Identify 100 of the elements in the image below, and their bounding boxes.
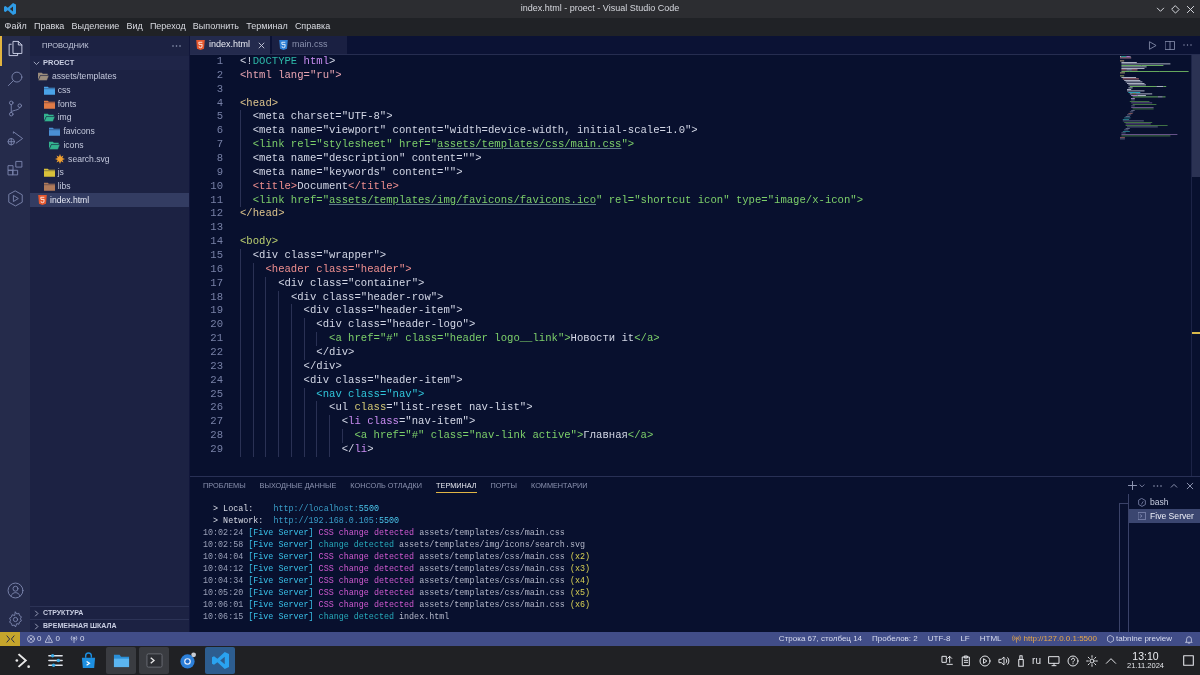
terminal-line: 10:04:12 [Five Server] CSS change detected assets/templates/css/main.css (x3) bbox=[203, 563, 591, 575]
plus-icon[interactable] bbox=[1128, 481, 1137, 490]
terminal-line: > Network: http://192.168.0.105:5500 bbox=[212, 515, 400, 527]
remote-arrows-icon bbox=[5, 635, 15, 643]
code-line: <meta name="description" content=""> bbox=[252, 152, 482, 166]
code-line: </li> bbox=[341, 443, 374, 457]
problems-button[interactable]: 0 0 bbox=[27, 632, 60, 646]
line-number: 21 bbox=[209, 332, 223, 347]
live-server-button[interactable]: http://127.0.0.1:5500 bbox=[1011, 633, 1097, 645]
tabnine-button[interactable]: tabnine preview bbox=[1106, 633, 1172, 645]
tree-item[interactable]: index.html bbox=[30, 193, 189, 207]
monitor-icon[interactable] bbox=[1048, 654, 1060, 667]
line-number: 14 bbox=[209, 235, 223, 250]
code-line: <head> bbox=[240, 96, 279, 111]
line-number: 2 bbox=[215, 68, 223, 83]
code-line: <!DOCTYPE html> bbox=[240, 55, 336, 69]
chevron-up-icon[interactable] bbox=[1170, 481, 1178, 490]
logo-icon bbox=[211, 652, 229, 669]
clipboard-icon[interactable] bbox=[960, 654, 973, 667]
line-number: 1 bbox=[215, 55, 223, 69]
keyboard-layout[interactable]: ru bbox=[1032, 653, 1041, 668]
sliders-icon bbox=[46, 652, 64, 669]
status-item[interactable]: Строка 67, столбец 14 bbox=[778, 633, 863, 645]
code-line: <div class="wrapper"> bbox=[252, 249, 387, 263]
code-line: <title>Document</title> bbox=[252, 179, 399, 194]
code-line: <html lang="ru"> bbox=[240, 68, 342, 83]
tree-item[interactable]: css bbox=[30, 83, 189, 98]
editor-tab[interactable]: index.html bbox=[190, 36, 271, 54]
line-number: 8 bbox=[215, 152, 223, 166]
line-number: 10 bbox=[209, 179, 223, 194]
menu-item[interactable]: Вид bbox=[122, 20, 147, 34]
remote-button[interactable] bbox=[0, 632, 20, 646]
close-icon[interactable] bbox=[1186, 481, 1194, 490]
menu-item[interactable]: Переход bbox=[146, 20, 190, 34]
line-number: 6 bbox=[215, 124, 223, 139]
code-line: <meta charset="UTF-8"> bbox=[252, 110, 393, 125]
show-desktop-icon[interactable] bbox=[1183, 655, 1194, 666]
terminal-line: 10:06:15 [Five Server] change detected index.html bbox=[203, 611, 450, 623]
line-number: 29 bbox=[209, 443, 223, 457]
terminal-line: 10:06:01 [Five Server] CSS change detected assets/templates/css/main.css (x6) bbox=[203, 599, 591, 611]
status-item[interactable]: UTF-8 bbox=[927, 633, 951, 645]
status-item[interactable]: HTML bbox=[979, 633, 1002, 645]
code-line: <div class="header-item"> bbox=[303, 304, 463, 319]
code-line: <div class="header-item"> bbox=[303, 373, 463, 388]
error-icon bbox=[27, 635, 35, 643]
chevron-down-icon[interactable] bbox=[1139, 482, 1145, 489]
terminal-line: 10:02:58 [Five Server] change detected assets/templates/img/icons/search.svg bbox=[203, 539, 585, 551]
tree-item[interactable]: js bbox=[30, 165, 189, 180]
code-line: <meta name="viewport" content="width=device-width, initial-scale=1.0"> bbox=[252, 124, 698, 139]
search-icon bbox=[6, 70, 24, 87]
tree-item[interactable]: fonts bbox=[30, 97, 189, 112]
line-number: 28 bbox=[209, 429, 223, 444]
tree-item[interactable]: img bbox=[30, 111, 189, 125]
question-icon[interactable] bbox=[1067, 654, 1079, 667]
tree-item[interactable]: favicons bbox=[30, 124, 189, 139]
terminal-session[interactable]: bash bbox=[1129, 495, 1200, 509]
ruler-mark bbox=[1192, 332, 1200, 334]
menu-item[interactable]: Терминал bbox=[242, 20, 292, 34]
line-number: 7 bbox=[215, 138, 223, 152]
menu-item[interactable]: Файл bbox=[1, 20, 31, 34]
play-circle-icon[interactable] bbox=[979, 654, 992, 667]
usb-drive-icon[interactable] bbox=[1017, 654, 1026, 667]
speaker-icon[interactable] bbox=[998, 654, 1011, 667]
line-number: 3 bbox=[215, 82, 223, 97]
split-editor-icon[interactable] bbox=[1165, 40, 1175, 50]
menu-item[interactable]: Выделение bbox=[67, 20, 123, 34]
line-number: 18 bbox=[209, 290, 223, 305]
terminal-line: 10:02:24 [Five Server] CSS change detected assets/templates/css/main.css bbox=[203, 527, 565, 539]
line-number: 13 bbox=[209, 221, 223, 236]
sun-icon[interactable] bbox=[1086, 654, 1098, 667]
editor-tab[interactable]: main.css bbox=[272, 36, 347, 54]
tree-item[interactable]: libs bbox=[30, 179, 189, 194]
menu-item[interactable]: Правка bbox=[30, 20, 68, 34]
line-number: 20 bbox=[209, 318, 223, 333]
scrollbar-thumb[interactable] bbox=[1192, 55, 1200, 177]
terminal-line: 10:04:04 [Five Server] CSS change detected assets/templates/css/main.css (x2) bbox=[203, 551, 591, 563]
menu-item[interactable]: Выполнить bbox=[189, 20, 243, 34]
terminal-session[interactable]: Five Server bbox=[1129, 509, 1200, 523]
code-line: <a href="#" class="nav-link active">Главная</a> bbox=[354, 429, 654, 444]
code-line: <div class="header-row"> bbox=[290, 290, 444, 305]
status-item[interactable]: Пробелов: 2 bbox=[872, 633, 918, 645]
close-button[interactable] bbox=[1186, 4, 1195, 14]
restore-button[interactable] bbox=[1171, 4, 1180, 14]
more-icon[interactable] bbox=[1153, 484, 1162, 487]
ports-button[interactable]: 0 bbox=[69, 632, 85, 646]
tree-item[interactable]: icons bbox=[30, 138, 189, 153]
terminal-line: 10:05:20 [Five Server] CSS change detected assets/templates/css/main.css (x5) bbox=[203, 587, 591, 599]
status-item[interactable]: LF bbox=[960, 633, 970, 645]
menu-item[interactable]: Справка bbox=[291, 20, 334, 34]
tree-item[interactable]: assets/templates bbox=[30, 70, 189, 84]
account-icon[interactable] bbox=[6, 582, 24, 599]
tree-item[interactable]: search.svg bbox=[30, 152, 189, 166]
close-icon[interactable] bbox=[258, 41, 266, 49]
line-number: 16 bbox=[209, 262, 223, 277]
minimize-button[interactable] bbox=[1156, 4, 1165, 14]
run-icon[interactable] bbox=[1148, 40, 1157, 50]
bell-icon[interactable] bbox=[1185, 634, 1193, 644]
device-share-icon[interactable] bbox=[941, 654, 954, 667]
settings-icon[interactable] bbox=[6, 611, 24, 628]
terminal-icon bbox=[1138, 512, 1146, 520]
